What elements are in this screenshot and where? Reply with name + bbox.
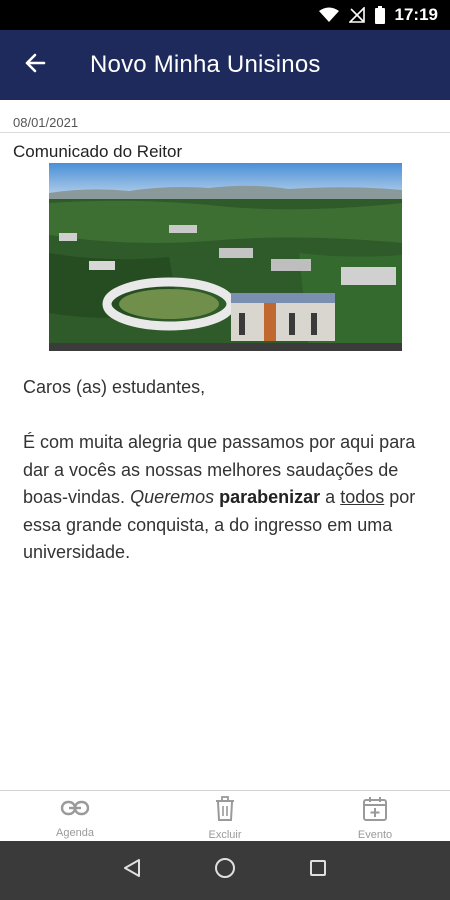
trash-icon: [213, 796, 237, 827]
link-icon: [60, 796, 90, 825]
battery-icon: [374, 6, 385, 24]
app-bar: Novo Minha Unisinos: [0, 30, 450, 100]
calendar-add-icon: [362, 796, 388, 827]
message-greeting: Caros (as) estudantes,: [23, 377, 206, 397]
status-clock: 17:19: [394, 5, 438, 24]
arrow-back-icon: [24, 52, 46, 79]
back-button[interactable]: [0, 30, 70, 100]
evento-button[interactable]: Evento: [300, 791, 450, 841]
status-bar: 17:19: [0, 0, 450, 30]
agenda-label: Agenda: [56, 827, 94, 839]
home-circle-icon: [214, 857, 236, 884]
message-date: 08/01/2021: [0, 100, 450, 133]
message-content: 08/01/2021 Comunicado do Reitor Caros (a…: [0, 100, 450, 790]
wifi-icon: [318, 7, 339, 23]
campus-photo: [49, 163, 402, 351]
excluir-label: Excluir: [208, 829, 242, 841]
recents-square-icon: [309, 859, 327, 882]
nav-home-button[interactable]: [205, 851, 245, 891]
agenda-button[interactable]: Agenda: [0, 791, 150, 841]
no-signal-icon: [348, 7, 365, 23]
message-subject: Comunicado do Reitor: [13, 142, 183, 161]
excluir-button[interactable]: Excluir: [150, 791, 300, 841]
message-bold-text: parabenizar: [219, 487, 321, 507]
nav-recents-button[interactable]: [298, 851, 338, 891]
system-nav-bar: [0, 841, 450, 900]
message-underline-text: todos: [340, 487, 385, 507]
app-title: Novo Minha Unisinos: [90, 51, 321, 78]
message-paragraph: É com muita alegria que passamos por aqu…: [23, 429, 423, 567]
message-text: a: [320, 487, 341, 507]
message-body: Caros (as) estudantes, É com muita alegr…: [23, 374, 423, 594]
message-italic-text: Queremos: [130, 487, 215, 507]
nav-back-button[interactable]: [112, 851, 152, 891]
evento-label: Evento: [357, 829, 393, 841]
back-triangle-icon: [123, 858, 141, 883]
bottom-action-bar: Agenda Excluir Evento: [0, 790, 450, 841]
